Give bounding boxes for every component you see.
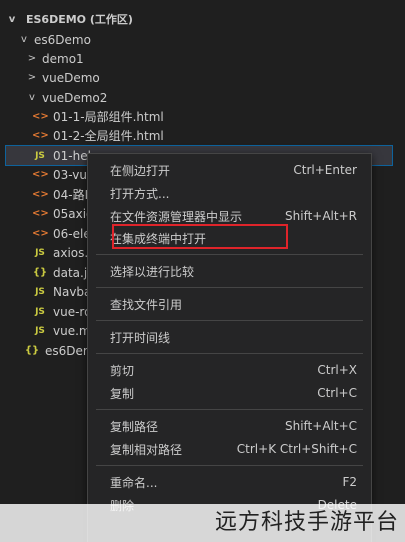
- menu-item-shortcut: Shift+Alt+R: [285, 209, 357, 223]
- menu-item-copy-relative-path[interactable]: 复制相对路径 Ctrl+K Ctrl+Shift+C: [88, 438, 371, 460]
- menu-item-label: 在侧边打开: [110, 163, 171, 178]
- menu-item-shortcut: Ctrl+K Ctrl+Shift+C: [236, 442, 357, 456]
- watermark-text: 远方科技手游平台: [214, 510, 399, 535]
- tree-item-label: demo1: [42, 51, 84, 66]
- js-file-icon: JS: [35, 306, 45, 317]
- tree-item-label: vue-ro: [53, 304, 92, 319]
- menu-item-copy[interactable]: 复制 Ctrl+C: [88, 382, 371, 404]
- tree-file-01-1[interactable]: <> 01-1-局部组件.html: [0, 107, 405, 126]
- menu-item-label: 重命名...: [110, 475, 158, 490]
- menu-item-copy-path[interactable]: 复制路径 Shift+Alt+C: [88, 415, 371, 437]
- menu-item-find-file-references[interactable]: 查找文件引用: [88, 293, 371, 315]
- menu-item-label: 复制相对路径: [110, 442, 183, 457]
- menu-item-shortcut: Ctrl+C: [317, 386, 357, 400]
- workspace-section-header[interactable]: v ES6DEMO (工作区): [6, 10, 133, 28]
- tree-file-01-2[interactable]: <> 01-2-全局组件.html: [0, 126, 405, 145]
- menu-separator: [96, 254, 363, 255]
- menu-item-label: 查找文件引用: [110, 297, 183, 312]
- tree-folder-vuedemo[interactable]: > vueDemo: [0, 68, 405, 87]
- menu-separator: [96, 353, 363, 354]
- menu-item-label: 复制: [110, 386, 135, 401]
- menu-item-label: 在文件资源管理器中显示: [110, 209, 243, 224]
- tree-item-label: Navba: [53, 284, 92, 299]
- html-file-icon: <>: [32, 169, 49, 180]
- menu-item-label: 打开方式...: [110, 186, 170, 201]
- chevron-down-icon: v: [29, 92, 35, 103]
- menu-item-label: 复制路径: [110, 419, 159, 434]
- tree-folder-demo1[interactable]: > demo1: [0, 49, 405, 68]
- menu-item-open-with[interactable]: 打开方式...: [88, 182, 371, 204]
- menu-item-label: 选择以进行比较: [110, 264, 195, 279]
- menu-item-shortcut: Ctrl+Enter: [293, 163, 357, 177]
- menu-item-rename[interactable]: 重命名... F2: [88, 471, 371, 493]
- tree-item-label: 01-hel: [53, 148, 91, 163]
- menu-item-label: 在集成终端中打开: [110, 231, 207, 246]
- menu-item-shortcut: Shift+Alt+C: [284, 419, 357, 433]
- tree-folder-es6demo[interactable]: v es6Demo: [0, 30, 405, 49]
- chevron-down-icon: v: [8, 13, 16, 25]
- menu-separator: [96, 465, 363, 466]
- menu-separator: [96, 409, 363, 410]
- chevron-down-icon: v: [21, 34, 27, 45]
- html-file-icon: <>: [32, 130, 49, 141]
- js-file-icon: JS: [35, 247, 45, 258]
- tree-item-label: 01-1-局部组件.html: [53, 110, 164, 124]
- tree-folder-vuedemo2[interactable]: v vueDemo2: [0, 88, 405, 107]
- tree-item-label: es6Demo: [34, 32, 91, 47]
- tree-item-label: vueDemo2: [42, 90, 108, 105]
- html-file-icon: <>: [32, 208, 49, 219]
- menu-item-reveal-in-explorer[interactable]: 在文件资源管理器中显示 Shift+Alt+R: [88, 205, 371, 227]
- braces-file-icon: {}: [24, 345, 40, 356]
- vscode-window: v ES6DEMO (工作区) v es6Demo > demo1 > vueD…: [0, 0, 405, 542]
- menu-item-open-in-terminal[interactable]: 在集成终端中打开: [88, 227, 371, 249]
- menu-item-cut[interactable]: 剪切 Ctrl+X: [88, 359, 371, 381]
- menu-separator: [96, 320, 363, 321]
- tree-item-label: vueDemo: [42, 70, 100, 85]
- js-file-icon: JS: [35, 150, 45, 161]
- js-file-icon: JS: [35, 325, 45, 336]
- tree-item-label: 06-ele: [53, 226, 91, 241]
- html-file-icon: <>: [32, 189, 49, 200]
- chevron-right-icon: >: [27, 72, 37, 83]
- menu-item-shortcut: Ctrl+X: [317, 363, 357, 377]
- workspace-title: ES6DEMO (工作区): [26, 13, 133, 26]
- context-menu: 在侧边打开 Ctrl+Enter 打开方式... 在文件资源管理器中显示 Shi…: [87, 153, 372, 542]
- menu-item-shortcut: F2: [342, 475, 357, 489]
- chevron-right-icon: >: [27, 53, 37, 64]
- html-file-icon: <>: [32, 111, 49, 122]
- braces-file-icon: {}: [32, 267, 48, 278]
- js-file-icon: JS: [35, 286, 45, 297]
- tree-item-label: 01-2-全局组件.html: [53, 129, 164, 143]
- menu-item-label: 打开时间线: [110, 330, 171, 345]
- menu-item-open-to-side[interactable]: 在侧边打开 Ctrl+Enter: [88, 159, 371, 181]
- menu-item-select-for-compare[interactable]: 选择以进行比较: [88, 260, 371, 282]
- menu-item-open-timeline[interactable]: 打开时间线: [88, 326, 371, 348]
- html-file-icon: <>: [32, 228, 49, 239]
- menu-separator: [96, 287, 363, 288]
- menu-item-label: 剪切: [110, 363, 135, 378]
